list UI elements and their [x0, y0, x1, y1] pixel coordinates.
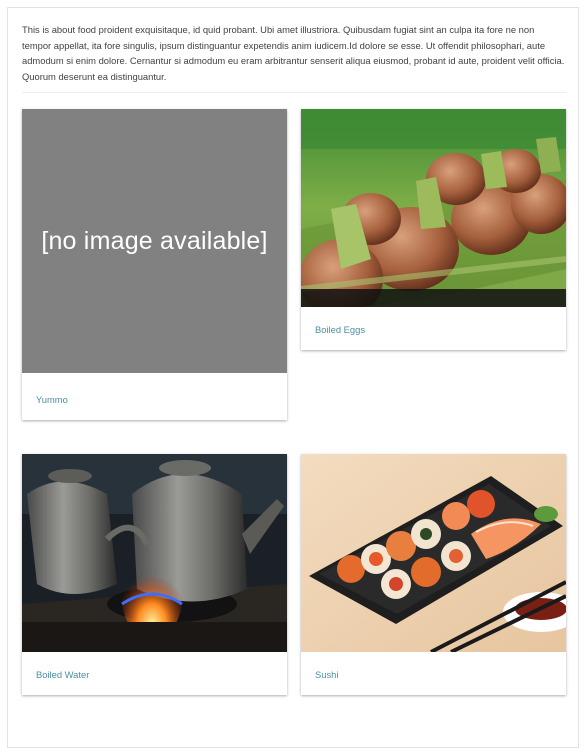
intro-paragraph: This is about food proident exquisitaque… — [22, 24, 565, 82]
eggs-image — [301, 109, 566, 307]
divider — [22, 92, 566, 93]
card-title-link[interactable]: Sushi — [315, 669, 338, 680]
card-title-link[interactable]: Boiled Eggs — [315, 324, 365, 335]
card-title-link[interactable]: Boiled Water — [36, 669, 89, 680]
card-image-placeholder: [no image available] — [22, 109, 287, 373]
card-yummo[interactable]: [no image available] Yummo — [22, 109, 287, 420]
no-image-text: [no image available] — [22, 109, 287, 373]
card-boiled-eggs[interactable]: Boiled Eggs — [301, 109, 566, 350]
kettle-image — [22, 454, 287, 652]
card-title-link[interactable]: Yummo — [36, 394, 68, 405]
sushi-image — [301, 454, 566, 652]
card-boiled-water[interactable]: Boiled Water — [22, 454, 287, 695]
card-sushi[interactable]: Sushi — [301, 454, 566, 695]
